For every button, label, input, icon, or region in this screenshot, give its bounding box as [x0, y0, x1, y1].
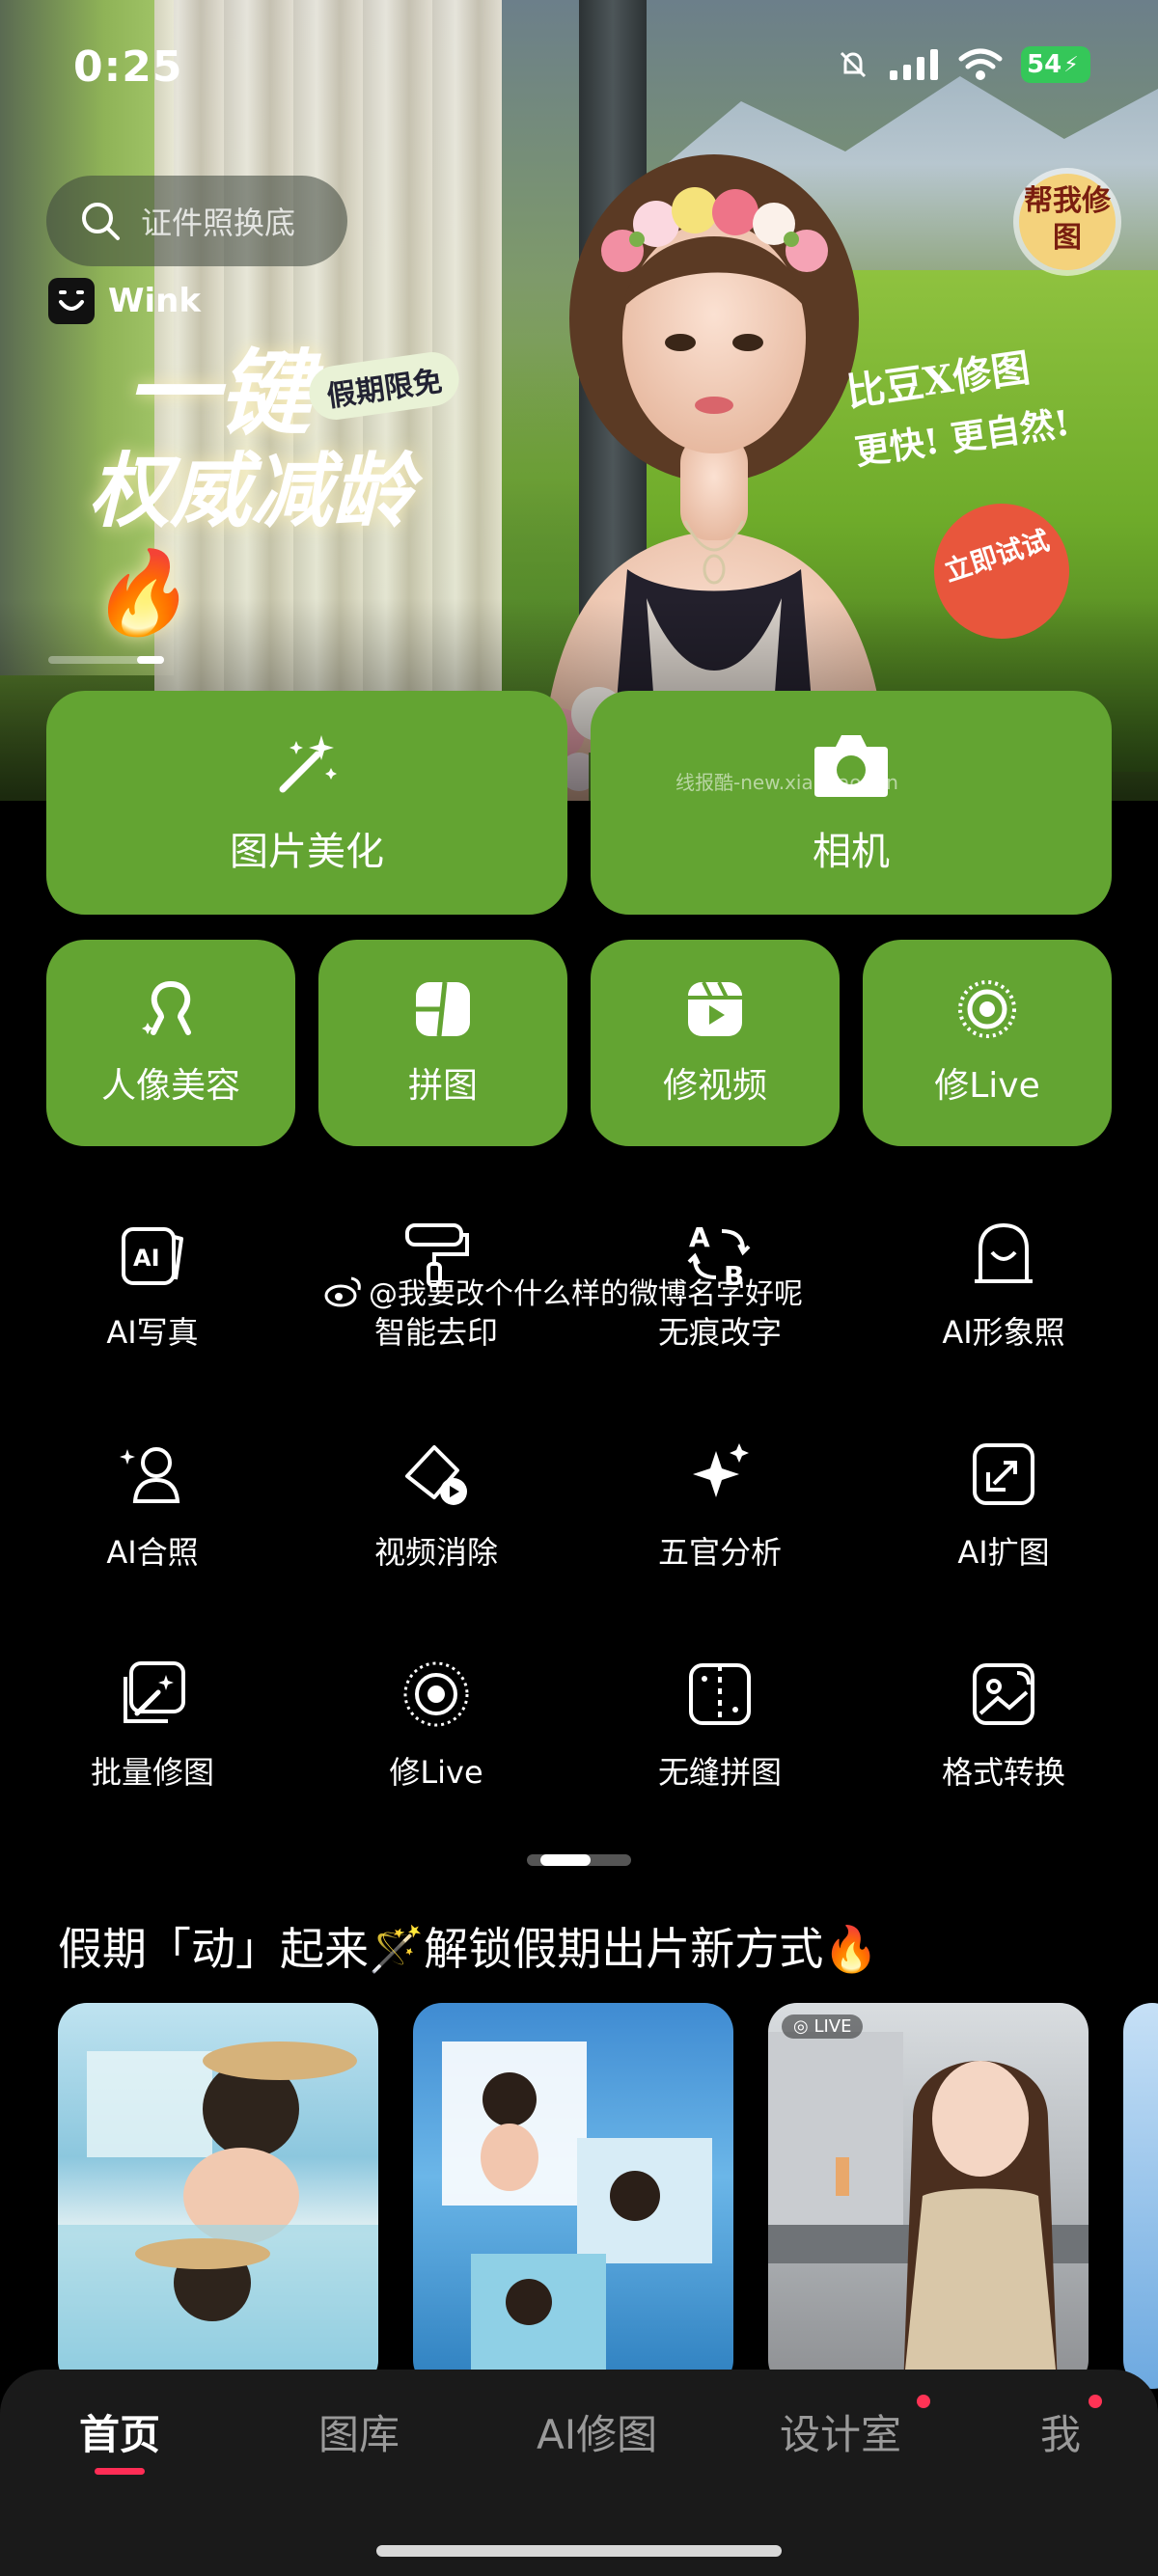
search-bar[interactable]: 证件照换底: [46, 176, 347, 266]
weibo-icon: [324, 1276, 361, 1307]
signal-icon: [890, 49, 938, 80]
card-thumbnail: [768, 2032, 1089, 2389]
video-edit-icon: [688, 981, 742, 1036]
active-tab-indicator: [95, 2468, 145, 2475]
tool-ai-photo[interactable]: AI AI写真: [27, 1218, 278, 1382]
sparkle-icon: [693, 1443, 749, 1497]
template-card-peek[interactable]: [1123, 2003, 1158, 2389]
live-icon: [958, 980, 1016, 1038]
eraser-video-icon: [405, 1445, 467, 1505]
tool-format-convert[interactable]: 格式转换: [878, 1658, 1129, 1822]
tool-label: AI扩图: [957, 1534, 1050, 1571]
tool-live-edit[interactable]: 修Live: [863, 940, 1112, 1146]
tool-collage[interactable]: 拼图: [318, 940, 567, 1146]
brand-logo: Wink: [48, 278, 201, 324]
notification-dot: [917, 2395, 930, 2408]
card-thumbnail: [442, 2042, 712, 2389]
tool-label: AI合照: [106, 1534, 199, 1571]
status-time: 0:25: [73, 42, 183, 92]
live-icon: [403, 1661, 469, 1727]
tab-ai-edit[interactable]: AI修图: [537, 2402, 657, 2461]
notification-dot: [1089, 2395, 1102, 2408]
help-edit-badge[interactable]: 帮我修图: [1019, 174, 1116, 270]
tab-gallery[interactable]: 图库: [318, 2402, 400, 2461]
tool-label: 智能去印: [373, 1314, 498, 1351]
tool-label: 修视频: [662, 1066, 767, 1106]
live-tag: ◎ LIVE: [782, 2014, 864, 2039]
tool-photo-beautify[interactable]: 图片美化: [46, 691, 567, 915]
battery-level: 54: [1027, 50, 1062, 79]
tool-facial-analysis[interactable]: 五官分析: [594, 1438, 845, 1602]
charging-icon: ⚡: [1063, 52, 1079, 77]
format-convert-icon: [973, 1663, 1034, 1725]
tab-design-studio[interactable]: 设计室: [780, 2402, 901, 2461]
tab-me[interactable]: 我: [1040, 2402, 1081, 2461]
tool-label: AI形象照: [942, 1314, 1065, 1351]
status-bar: 0:25 54 ⚡: [0, 0, 1158, 135]
hero-banner[interactable]: 0:25 54 ⚡ 证件照换底 Wink 一键 权威减龄🔥 假期限免 比豆X修图…: [0, 0, 1158, 801]
section-title: 假期「动」起来🪄解锁假期出片新方式🔥: [58, 1923, 879, 1975]
seamless-collage-icon: [689, 1663, 751, 1725]
tool-live-edit-2[interactable]: 修Live: [311, 1658, 562, 1822]
search-placeholder: 证件照换底: [141, 205, 296, 241]
tool-label: 图片美化: [230, 830, 384, 874]
tool-label: 格式转换: [941, 1754, 1065, 1791]
tool-ai-avatar[interactable]: AI形象照: [878, 1218, 1129, 1382]
template-card[interactable]: [413, 2003, 733, 2389]
svg-text:AI: AI: [133, 1245, 160, 1272]
tool-label: AI写真: [106, 1314, 199, 1351]
tool-label: 人像美容: [100, 1066, 240, 1106]
tool-label: 无痕改字: [657, 1314, 782, 1351]
svg-text:A: A: [689, 1221, 710, 1253]
home-indicator[interactable]: [376, 2545, 782, 2557]
search-icon: [82, 203, 120, 240]
tool-portrait-beauty[interactable]: 人像美容: [46, 940, 295, 1146]
batch-edit-icon: [124, 1661, 185, 1723]
tool-label: 相机: [813, 830, 890, 874]
tool-label: 批量修图: [90, 1754, 214, 1791]
tool-label: 修Live: [389, 1754, 483, 1791]
portrait-icon: [142, 981, 191, 1035]
battery-indicator: 54 ⚡: [1021, 46, 1090, 83]
site-watermark: 线报酷-new.xianbao.fun: [676, 771, 898, 794]
tool-ai-expand[interactable]: AI扩图: [878, 1438, 1129, 1602]
brand-name: Wink: [108, 282, 201, 320]
tool-ai-group-photo[interactable]: AI合照: [27, 1438, 278, 1602]
collage-icon: [416, 981, 470, 1037]
tool-video-eraser[interactable]: 视频消除: [311, 1438, 562, 1602]
weibo-watermark-text: @我要改个什么样的微博名字好呢: [369, 1277, 803, 1311]
status-icons: 54 ⚡: [836, 46, 1090, 83]
tool-label: 修Live: [934, 1066, 1040, 1106]
tool-seamless-collage[interactable]: 无缝拼图: [594, 1658, 845, 1822]
template-card[interactable]: ◎ LIVE: [768, 2003, 1089, 2389]
tool-grid-pager: [527, 1854, 631, 1866]
card-thumbnail: [58, 2042, 378, 2389]
tab-home[interactable]: 首页: [79, 2402, 160, 2461]
template-card[interactable]: [58, 2003, 378, 2389]
ai-photo-icon: AI: [122, 1227, 183, 1285]
weibo-watermark: @我要改个什么样的微博名字好呢: [324, 1270, 803, 1312]
tool-label: 拼图: [407, 1066, 478, 1106]
wink-logo-icon: [48, 278, 95, 324]
wifi-icon: [958, 48, 1003, 80]
tool-label: 视频消除: [373, 1534, 498, 1571]
group-photo-icon: [120, 1447, 180, 1503]
tool-label: 无缝拼图: [657, 1754, 782, 1791]
tool-video-edit[interactable]: 修视频: [591, 940, 840, 1146]
tool-batch-edit[interactable]: 批量修图: [27, 1658, 278, 1822]
tool-camera[interactable]: 相机: [591, 691, 1112, 915]
expand-icon: [973, 1443, 1034, 1505]
avatar-icon: [975, 1222, 1033, 1283]
banner-indicator: [48, 656, 164, 664]
headline-line-2: 权威减龄🔥: [89, 443, 414, 640]
magic-wand-icon: [279, 735, 337, 793]
mute-bell-icon: [840, 51, 867, 78]
tool-label: 五官分析: [657, 1534, 782, 1571]
